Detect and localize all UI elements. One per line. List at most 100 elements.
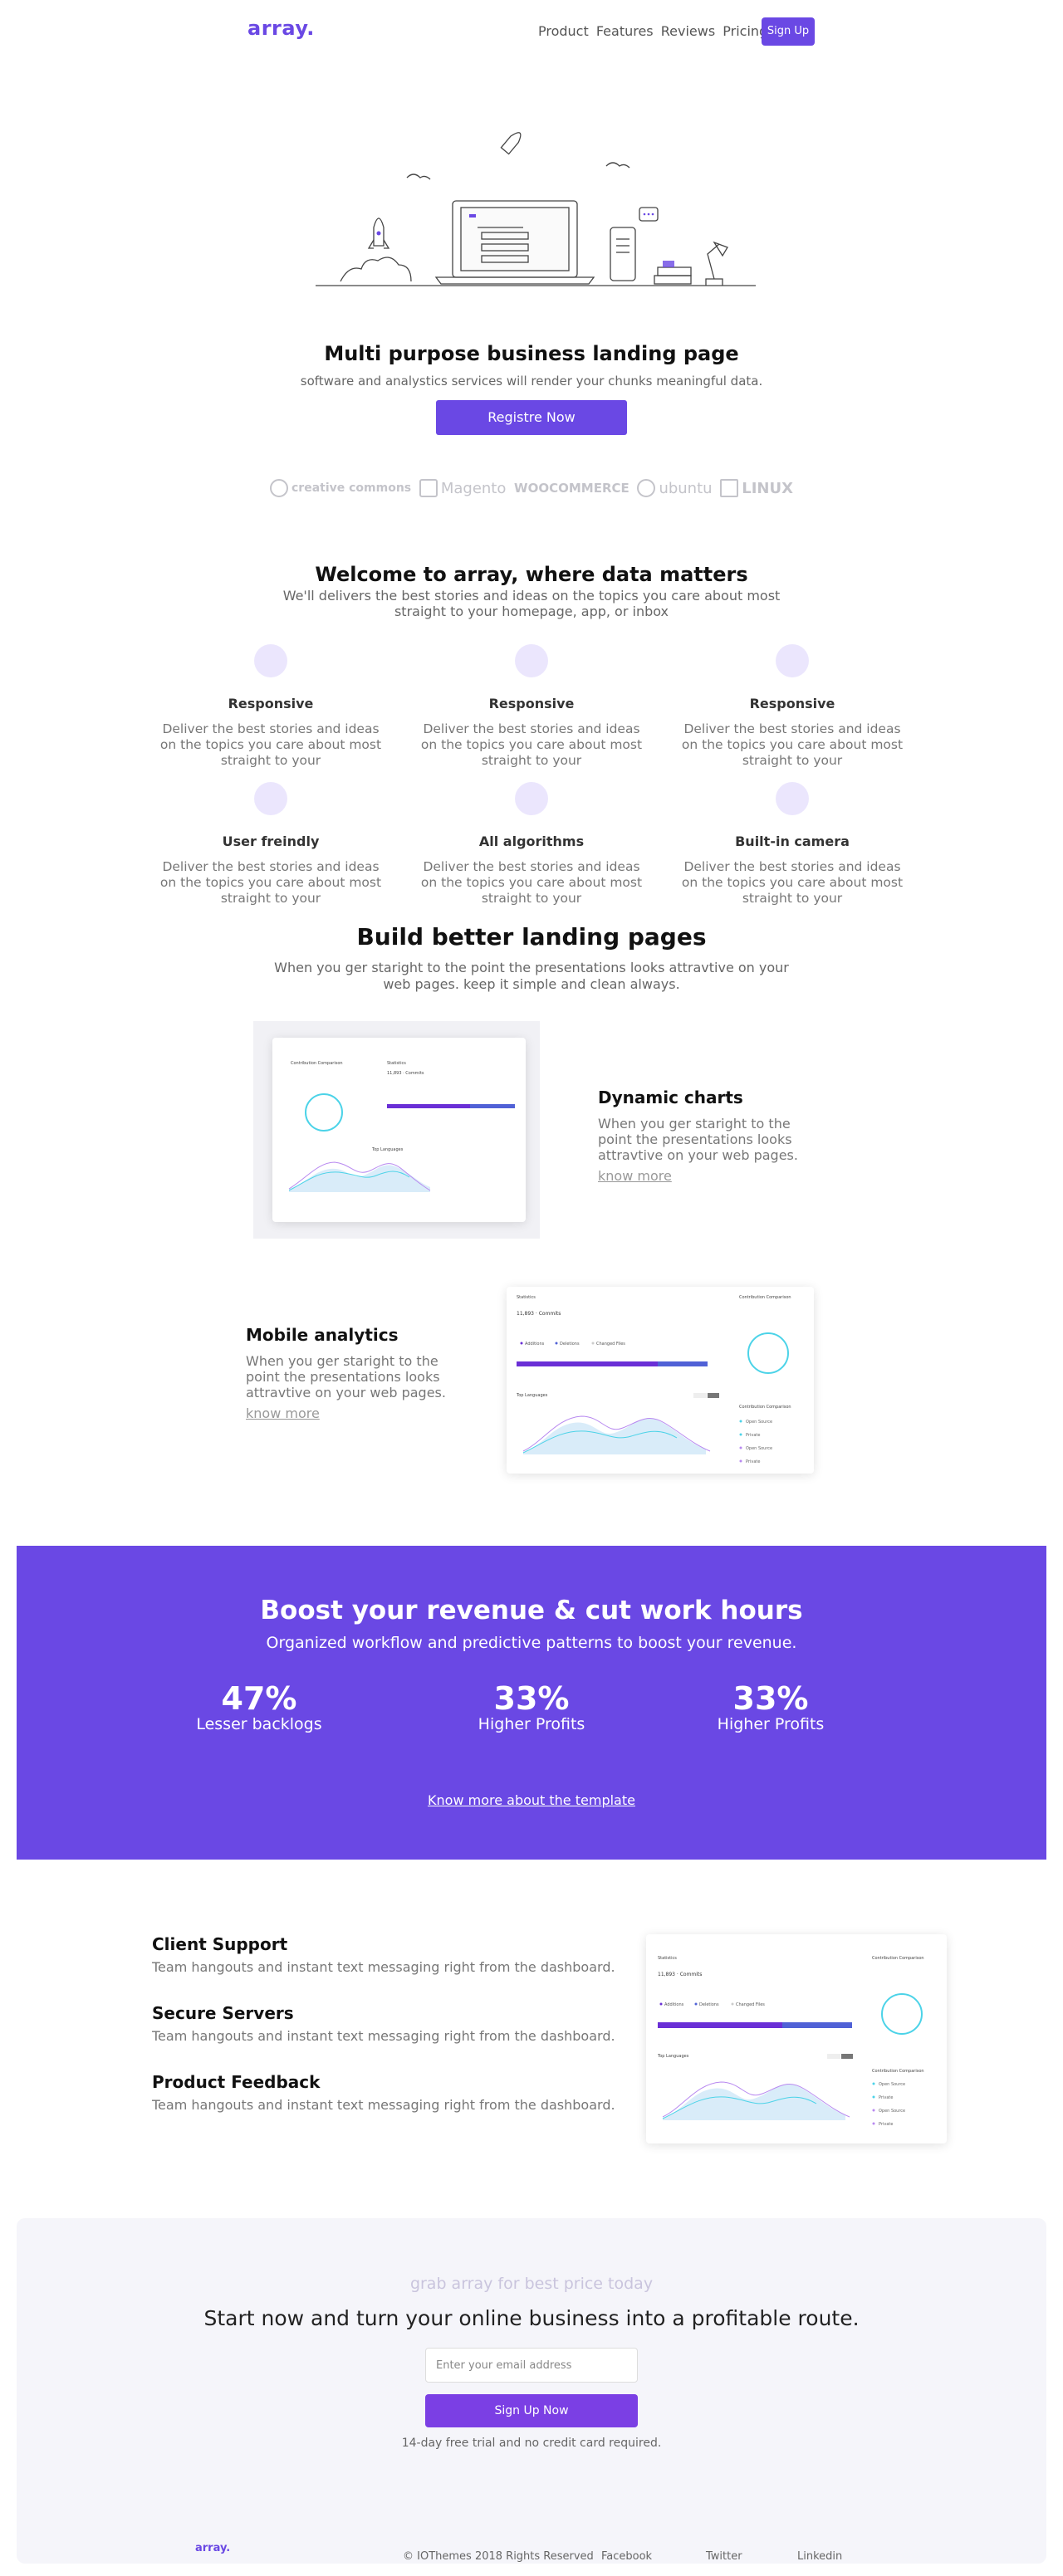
svg-text:Open Source: Open Source <box>746 1446 772 1451</box>
support-item: Client Support Team hangouts and instant… <box>152 1934 617 1975</box>
svg-text:Additions: Additions <box>664 2002 684 2007</box>
sign-up-now-button[interactable]: Sign Up Now <box>425 2394 638 2427</box>
feature-icon <box>776 782 809 815</box>
magento-logo: Magento <box>419 479 506 497</box>
footer-link-linkedin[interactable]: Linkedin <box>797 2550 842 2563</box>
feature-block-desc: When you ger staright to the point the p… <box>246 1353 446 1400</box>
ubuntu-logo: ubuntu <box>637 479 713 497</box>
feature-block-title: Mobile analytics <box>246 1325 399 1345</box>
svg-text:Contribution Comparison: Contribution Comparison <box>739 1295 791 1300</box>
register-now-button[interactable]: Registre Now <box>436 400 627 435</box>
cta-kicker: grab array for best price today <box>409 2275 654 2293</box>
svg-text:11,893 · Commits: 11,893 · Commits <box>387 1071 424 1076</box>
know-more-template-link[interactable]: Know more about the template <box>17 1792 1046 1808</box>
feature-desc: Deliver the best stories and ideas on th… <box>420 859 643 906</box>
svg-text:11,893 · Commits: 11,893 · Commits <box>658 1972 702 1977</box>
feature-block-title: Dynamic charts <box>598 1088 743 1107</box>
woocommerce-logo: WOOCOMMERCE <box>514 481 629 496</box>
stat-item: 47% Lesser backlogs <box>135 1680 384 1733</box>
svg-text:Open Source: Open Source <box>879 2109 905 2114</box>
svg-text:Private: Private <box>746 1459 760 1464</box>
brand-logos: creative commons Magento WOOCOMMERCE ubu… <box>270 473 793 503</box>
nav-signup-button[interactable]: Sign Up <box>762 17 815 46</box>
feature-card: Responsive Deliver the best stories and … <box>668 644 917 769</box>
stat-value: 47% <box>221 1680 297 1717</box>
support-desc: Team hangouts and instant text messaging… <box>152 1959 615 1975</box>
stat-label: Lesser backlogs <box>196 1715 322 1733</box>
svg-text:Contribution Comparison: Contribution Comparison <box>291 1061 343 1066</box>
feature-icon <box>515 782 548 815</box>
cta-section: grab array for best price today Start no… <box>17 2218 1046 2564</box>
svg-text:Top Languages: Top Languages <box>516 1393 548 1398</box>
hero-title: Multi purpose business landing page <box>324 342 739 365</box>
support-dashboard-preview: Statistics 11,893 · Commits Additions De… <box>657 1956 924 2127</box>
analytics-screenshot: Statistics 11,893 · Commits Additions De… <box>507 1287 814 1474</box>
svg-text:11,893 · Commits: 11,893 · Commits <box>517 1311 561 1317</box>
support-desc: Team hangouts and instant text messaging… <box>152 2097 615 2113</box>
svg-text:Private: Private <box>879 2095 893 2100</box>
nav-link-reviews[interactable]: Reviews <box>661 23 715 39</box>
flying-rocket-icon <box>500 132 522 155</box>
svg-text:Statistics: Statistics <box>387 1061 406 1066</box>
svg-text:Top Languages: Top Languages <box>371 1147 404 1152</box>
nav-link-product[interactable]: Product <box>538 23 589 39</box>
footer-link-twitter[interactable]: Twitter <box>706 2550 742 2563</box>
top-nav: array. Product Features Reviews Pricing … <box>0 15 1063 48</box>
svg-text:Contribution Comparison: Contribution Comparison <box>872 1956 924 1961</box>
creative-commons-logo: creative commons <box>270 479 411 497</box>
feature-icon <box>254 644 287 677</box>
svg-text:Statistics: Statistics <box>517 1295 536 1300</box>
svg-text:Private: Private <box>879 2122 893 2127</box>
rocket-icon <box>340 218 412 282</box>
svg-text:Open Source: Open Source <box>746 1420 772 1425</box>
feature-desc: Deliver the best stories and ideas on th… <box>159 859 382 906</box>
stat-label: Higher Profits <box>717 1715 825 1733</box>
feature-block-desc: When you ger staright to the point the p… <box>598 1116 798 1163</box>
feature-card: Built-in camera Deliver the best stories… <box>668 782 917 907</box>
svg-text:Additions: Additions <box>525 1342 545 1347</box>
svg-text:Statistics: Statistics <box>658 1956 677 1961</box>
feature-icon <box>515 644 548 677</box>
build-subtitle: When you ger staright to the point the p… <box>274 960 789 992</box>
stat-item: 33% Higher Profits <box>407 1680 656 1733</box>
cta-title: Start now and turn your online business … <box>203 2306 860 2330</box>
linux-logo: LINUX <box>720 479 793 497</box>
support-title: Client Support <box>152 1934 288 1954</box>
email-input[interactable] <box>425 2348 638 2383</box>
footer-link-facebook[interactable]: Facebook <box>601 2550 652 2563</box>
feature-block-mobile-analytics: Mobile analytics When you ger staright t… <box>246 1325 462 1421</box>
feature-card: All algorithms Deliver the best stories … <box>407 782 656 907</box>
support-item: Product Feedback Team hangouts and insta… <box>152 2072 617 2113</box>
trial-note: 14-day free trial and no credit card req… <box>401 2437 662 2450</box>
svg-text:Open Source: Open Source <box>879 2082 905 2087</box>
brand-logo[interactable]: array. <box>247 17 315 40</box>
nav-link-features[interactable]: Features <box>596 23 654 39</box>
svg-text:Contribution Comparison: Contribution Comparison <box>739 1405 791 1410</box>
build-title: Build better landing pages <box>356 923 707 951</box>
svg-text:Changed Files: Changed Files <box>736 2002 765 2007</box>
support-dashboard-screenshot: Statistics 11,893 · Commits Additions De… <box>646 1934 947 2143</box>
know-more-link[interactable]: know more <box>246 1405 320 1421</box>
dashboard-screenshot: Contribution Comparison Statistics 11,89… <box>272 1038 526 1222</box>
welcome-subtitle: We'll delivers the best stories and idea… <box>282 588 781 619</box>
footer-logo[interactable]: array. <box>195 2542 230 2554</box>
feature-block-dynamic-charts: Dynamic charts When you ger staright to … <box>598 1088 814 1184</box>
dashboard-preview: Contribution Comparison Statistics 11,89… <box>288 1061 515 1192</box>
feature-card: Responsive Deliver the best stories and … <box>407 644 656 769</box>
laptop-icon <box>434 200 595 285</box>
stat-value: 33% <box>493 1680 570 1717</box>
svg-text:Top Languages: Top Languages <box>657 2054 689 2059</box>
feature-title: Responsive <box>749 696 835 711</box>
know-more-link[interactable]: know more <box>598 1168 672 1184</box>
feature-desc: Deliver the best stories and ideas on th… <box>159 721 382 768</box>
feature-desc: Deliver the best stories and ideas on th… <box>681 859 904 906</box>
svg-text:Changed Files: Changed Files <box>596 1342 625 1347</box>
feature-title: Built-in camera <box>735 833 850 849</box>
feature-card: User freindly Deliver the best stories a… <box>146 782 395 907</box>
stat-item: 33% Higher Profits <box>646 1680 895 1733</box>
band-title: Boost your revenue & cut work hours <box>260 1596 803 1625</box>
feature-desc: Deliver the best stories and ideas on th… <box>420 721 643 768</box>
stat-value: 33% <box>732 1680 809 1717</box>
support-title: Secure Servers <box>152 2003 294 2023</box>
welcome-title: Welcome to array, where data matters <box>315 563 748 586</box>
